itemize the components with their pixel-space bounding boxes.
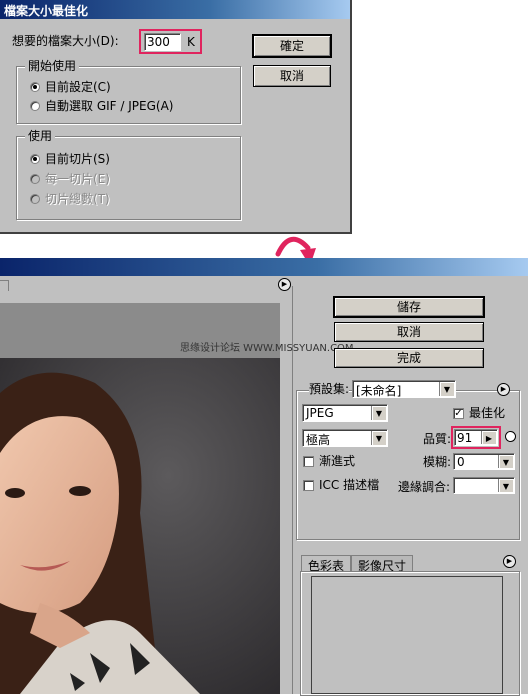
matte-label: 邊緣調合: (398, 480, 451, 494)
watermark-text: 思缘设计论坛 WWW.MISSYUAN.COM (180, 343, 354, 354)
start-with-legend: 開始使用 (25, 59, 80, 73)
use-legend: 使用 (25, 129, 56, 143)
optimize-file-size-dialog: 檔案大小最佳化 想要的檔案大小(D): K 確定 取消 開始使用 目前設定(C)… (0, 0, 352, 234)
current-slice-radio[interactable] (30, 154, 40, 164)
chevron-down-icon: ▼ (498, 479, 513, 492)
tab-image-size[interactable]: 影像尺寸 (351, 555, 413, 573)
preset-dropdown[interactable]: [未命名] ▼ (352, 380, 456, 398)
save-for-web-window: ▶ 思缘设计论坛 WWW.MISSYUAN.COM 儲存 取消 完成 預設集: … (0, 258, 528, 696)
cancel-button-main[interactable]: 取消 (334, 322, 484, 342)
chevron-down-icon: ▼ (371, 431, 386, 445)
done-button[interactable]: 完成 (334, 348, 484, 368)
current-settings-radio[interactable] (30, 82, 40, 92)
preview-tab-edge (0, 280, 9, 291)
preset-value: [未命名] (356, 384, 402, 398)
file-size-label: 想要的檔案大小(D): (12, 34, 119, 48)
file-size-input[interactable] (144, 33, 181, 51)
each-slice-radio[interactable] (30, 174, 40, 184)
chevron-down-icon: ▼ (439, 382, 454, 396)
each-slice-label[interactable]: 每一切片(E) (45, 172, 110, 186)
matte-dropdown[interactable]: ▼ (453, 477, 515, 494)
format-value: JPEG (306, 406, 334, 420)
icc-profile-checkbox[interactable] (303, 480, 314, 491)
cancel-button[interactable]: 取消 (253, 65, 331, 87)
auto-select-radio[interactable] (30, 101, 40, 111)
color-table-menu-icon[interactable]: ▶ (503, 555, 516, 568)
blur-value: 0 (457, 455, 465, 469)
icc-profile-label[interactable]: ICC 描述檔 (319, 478, 379, 492)
auto-select-label[interactable]: 自動選取 GIF / JPEG(A) (45, 99, 173, 113)
current-slice-label[interactable]: 目前切片(S) (45, 152, 110, 166)
quality-value: 91 (457, 431, 473, 445)
preview-canvas[interactable] (0, 303, 280, 694)
quality-input[interactable]: 91 ▶ (454, 429, 498, 446)
quality-mask-icon[interactable] (505, 431, 516, 442)
file-size-unit: K (187, 35, 195, 49)
portrait-image (0, 303, 280, 694)
current-settings-label[interactable]: 目前設定(C) (45, 80, 111, 94)
dialog-title: 檔案大小最佳化 (4, 4, 89, 18)
ok-button[interactable]: 確定 (252, 34, 332, 58)
quality-level-value: 極高 (306, 433, 331, 447)
tab-color-table[interactable]: 色彩表 (301, 555, 351, 573)
preview-menu-icon[interactable]: ▶ (278, 278, 291, 291)
window-titlebar[interactable] (0, 258, 528, 276)
save-button[interactable]: 儲存 (333, 296, 485, 318)
progressive-label[interactable]: 漸進式 (319, 454, 355, 468)
settings-menu-icon[interactable]: ▶ (497, 383, 510, 396)
format-dropdown[interactable]: JPEG ▼ (302, 404, 388, 422)
chevron-down-icon: ▼ (371, 406, 386, 420)
blur-label: 模糊: (423, 455, 452, 469)
quality-slider-arrow-icon[interactable]: ▶ (481, 431, 496, 444)
quality-label: 品質: (423, 432, 452, 446)
total-slices-label[interactable]: 切片總數(T) (45, 192, 110, 206)
dialog-titlebar[interactable]: 檔案大小最佳化 (0, 0, 350, 19)
progressive-checkbox[interactable] (303, 456, 314, 467)
optimized-checkbox[interactable]: ✓ (453, 408, 464, 419)
chevron-down-icon: ▼ (498, 455, 513, 468)
blur-input[interactable]: 0 ▼ (453, 453, 515, 470)
optimized-label[interactable]: 最佳化 (469, 406, 505, 420)
total-slices-radio[interactable] (30, 194, 40, 204)
start-with-group (16, 66, 241, 124)
preset-label: 預設集: (309, 382, 350, 396)
color-table-area[interactable] (311, 576, 503, 694)
quality-level-dropdown[interactable]: 極高 ▼ (302, 429, 388, 447)
